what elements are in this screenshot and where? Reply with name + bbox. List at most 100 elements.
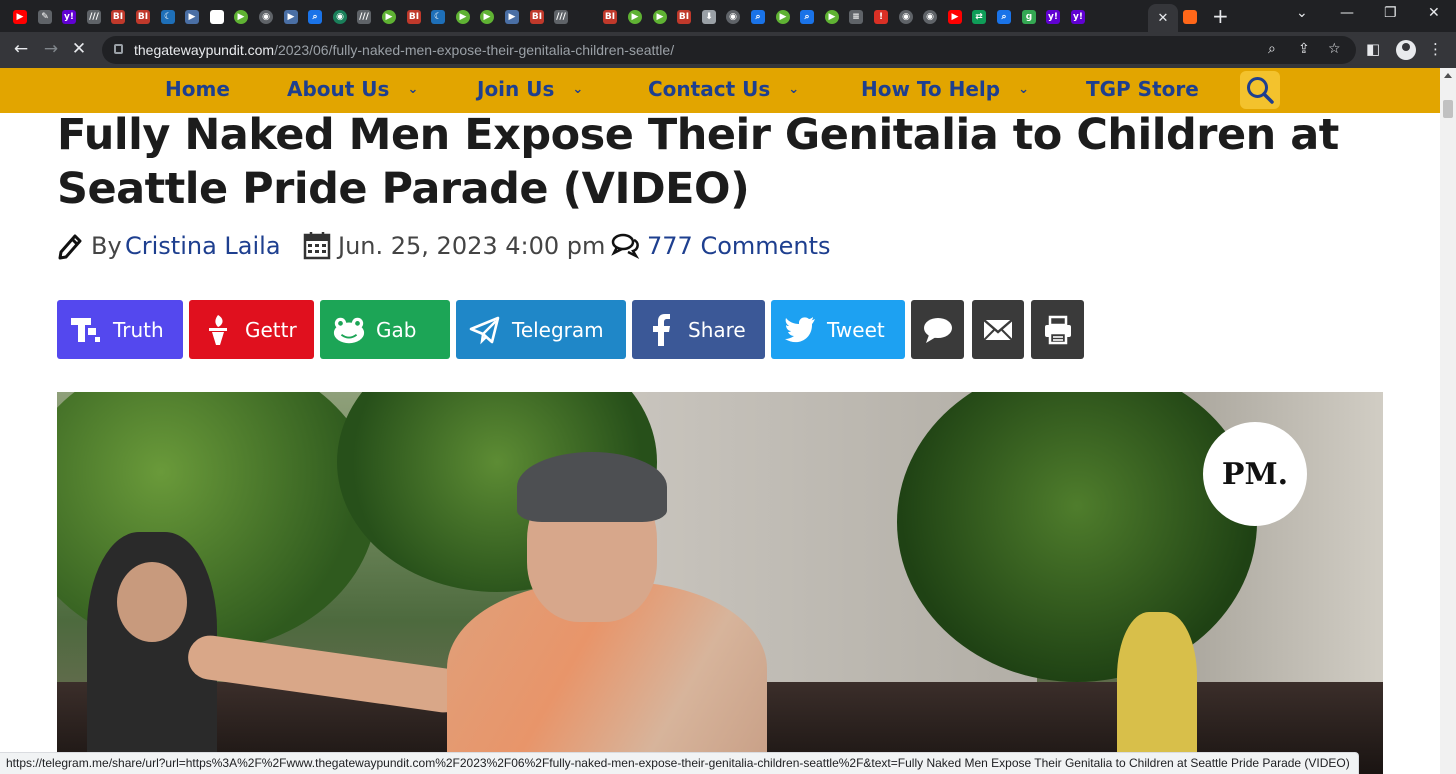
minimize-icon[interactable]: — [1340,5,1354,21]
browser-tab[interactable]: ▶ [229,6,253,28]
nav-item-home[interactable]: Home [165,77,230,101]
browser-tab[interactable]: ▶ [475,6,499,28]
browser-tab[interactable]: /// [549,6,573,28]
browser-tab[interactable]: ▶ [771,6,795,28]
browser-tab[interactable]: ▶ [8,6,32,28]
browser-tab[interactable]: ▶ [820,6,844,28]
share-gettr-button[interactable]: Gettr [189,300,314,359]
author-link[interactable]: Cristina Laila [125,232,281,260]
share-truth-button[interactable]: Truth [57,300,183,359]
browser-tab[interactable]: ! [869,6,893,28]
share-sms-bubble-button[interactable] [911,300,964,359]
browser-tab[interactable]: BI [672,6,696,28]
browser-tab[interactable]: ☾ [156,6,180,28]
menu-kebab-icon[interactable]: ⋮ [1428,40,1443,58]
browser-tab[interactable]: g [1017,6,1041,28]
url-text[interactable]: thegatewaypundit.com/2023/06/fully-naked… [134,42,674,58]
share-share-button[interactable]: Share [632,300,765,359]
page-scrollbar[interactable] [1440,68,1456,774]
scroll-up-arrow-icon[interactable] [1444,73,1452,78]
scroll-thumb[interactable] [1443,100,1453,118]
share-print-button[interactable] [1031,300,1084,359]
browser-tab[interactable]: ▶ [943,6,967,28]
bi-icon: BI [603,10,617,24]
browser-tab[interactable]: BI [131,6,155,28]
browser-tab[interactable]: ⌕ [992,6,1016,28]
stop-loading-icon[interactable]: ✕ [68,39,90,59]
alert-icon: ! [874,10,888,24]
browser-tab[interactable] [1178,6,1202,28]
browser-tab[interactable]: BI [402,6,426,28]
nav-item-how-to-help[interactable]: How To Help ⌄ [861,77,1029,101]
article-hero-image[interactable]: PM. [57,392,1383,774]
browser-tab[interactable]: BI [525,6,549,28]
grid-icon: ▦ [210,10,224,24]
browser-tab[interactable]: ⬇ [697,6,721,28]
profile-avatar-icon[interactable] [1396,40,1416,60]
browser-tab[interactable]: ▶ [180,6,204,28]
address-bar[interactable]: thegatewaypundit.com/2023/06/fully-naked… [102,36,1356,64]
zoom-icon[interactable]: ⌕ [1268,41,1276,57]
browser-tab[interactable]: ◉ [721,6,745,28]
browser-tab[interactable]: ✎ [33,6,57,28]
browser-tab[interactable]: ▶ [648,6,672,28]
restore-icon[interactable]: ❐ [1384,5,1397,21]
ww-icon: /// [87,10,101,24]
bookmark-star-icon[interactable]: ☆ [1328,41,1341,57]
browser-tab[interactable]: ≡ [844,6,868,28]
browser-tab[interactable]: ⌕ [795,6,819,28]
share-page-icon[interactable]: ⇪ [1298,41,1310,57]
url-path: /2023/06/fully-naked-men-expose-their-ge… [274,42,675,58]
share-button-label: Tweet [827,317,885,342]
browser-tab[interactable]: BI [598,6,622,28]
browser-tab[interactable]: y! [57,6,81,28]
search-icon: ⌕ [308,10,322,24]
lock-icon[interactable] [114,44,123,54]
browser-tab[interactable] [574,6,598,28]
site-navigation: Home About Us ⌄ Join Us ⌄ Contact Us ⌄ How To H… [0,68,1440,113]
close-window-icon[interactable]: ✕ [1428,5,1440,21]
search-icon: ⌕ [800,10,814,24]
forward-arrow-icon[interactable]: → [40,39,62,59]
browser-tab[interactable]: ◉ [254,6,278,28]
browser-tab[interactable]: ▦ [205,6,229,28]
nav-item-about-us[interactable]: About Us ⌄ [287,77,418,101]
tab-search-chevron-icon[interactable]: ⌄ [1296,5,1308,21]
browser-tab[interactable]: ▶ [451,6,475,28]
browser-tab[interactable]: /// [82,6,106,28]
share-gab-button[interactable]: Gab [320,300,450,359]
rumble-icon: ▶ [234,10,248,24]
browser-tab[interactable]: ◉ [918,6,942,28]
browser-tab[interactable]: ☾ [426,6,450,28]
browser-tab[interactable]: ⇄ [967,6,991,28]
nav-item-join-us[interactable]: Join Us ⌄ [477,77,583,101]
back-arrow-icon[interactable]: ← [10,39,32,59]
site-search-button[interactable] [1240,71,1280,109]
browser-tab[interactable]: ⌕ [746,6,770,28]
browser-tab[interactable]: ▶ [377,6,401,28]
gettr-g-icon: g [1022,10,1036,24]
browser-tab[interactable]: ⌕ [303,6,327,28]
browser-tab[interactable]: ▶ [500,6,524,28]
browser-tab[interactable]: BI [106,6,130,28]
browser-tab[interactable]: ▶ [279,6,303,28]
share-telegram-button[interactable]: Telegram [456,300,626,359]
browser-tab[interactable]: ▶ [623,6,647,28]
browser-tab[interactable]: /// [352,6,376,28]
browser-tab[interactable]: ◉ [894,6,918,28]
nav-item-contact-us[interactable]: Contact Us ⌄ [648,77,799,101]
flag-icon: ▶ [505,10,519,24]
comments-link[interactable]: 777 Comments [647,232,831,260]
close-tab-icon[interactable]: ✕ [1158,11,1169,26]
bi-icon: BI [111,10,125,24]
browser-tab[interactable]: y! [1041,6,1065,28]
bi-icon: BI [677,10,691,24]
browser-tab[interactable]: y! [1066,6,1090,28]
new-tab-plus-icon[interactable]: + [1212,4,1229,28]
active-tab[interactable]: ✕ [1148,4,1178,32]
side-panel-icon[interactable]: ◧ [1366,40,1380,58]
browser-tab[interactable]: ◉ [328,6,352,28]
share-email-envelope-button[interactable] [972,300,1024,359]
nav-item-tgp-store[interactable]: TGP Store [1086,77,1199,101]
share-tweet-button[interactable]: Tweet [771,300,905,359]
